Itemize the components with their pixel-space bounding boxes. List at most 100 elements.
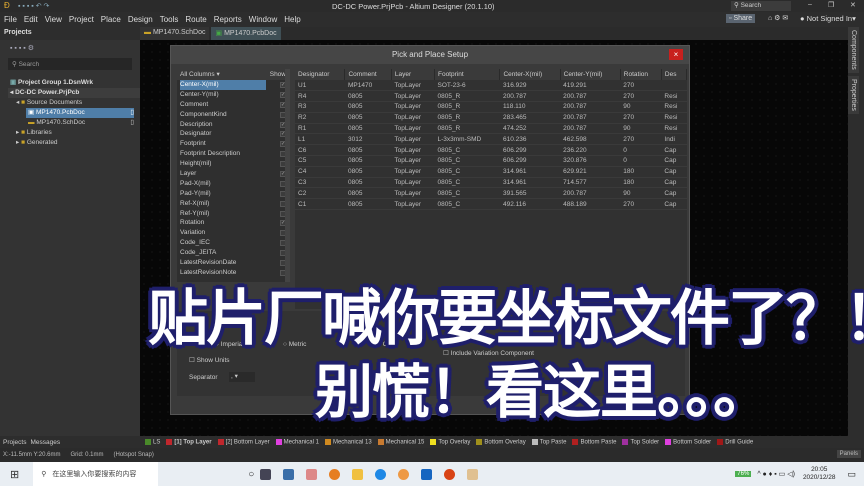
altium-icon[interactable] bbox=[467, 468, 479, 480]
column-header[interactable]: Layer bbox=[391, 69, 435, 80]
column-header[interactable]: Designator bbox=[295, 69, 346, 80]
panel-toolbar[interactable]: ▪ ▪ ▪ ▪ ⚙ bbox=[0, 40, 140, 56]
column-list-item[interactable]: Pad-Y(mil) bbox=[177, 189, 290, 199]
tray-icons[interactable]: ^ ● ♦ ▪ ▭ ◁) bbox=[757, 470, 795, 478]
menu-reports[interactable]: Reports bbox=[214, 15, 242, 24]
column-list-item[interactable]: Ref-X(mil) bbox=[177, 199, 290, 209]
restore-button[interactable]: ❐ bbox=[828, 1, 834, 9]
close-window-button[interactable]: ✕ bbox=[850, 1, 856, 9]
table-row[interactable]: C6 0805 TopLayer 0805_C 606.299 236.220 0 Cap bbox=[295, 144, 687, 157]
table-row[interactable]: R1 0805 TopLayer 0805_R 474.252 200.787 90 Resi bbox=[295, 123, 687, 135]
tab-schdoc[interactable]: ▬ MP1470.SchDoc bbox=[140, 27, 210, 40]
edge-icon[interactable] bbox=[375, 468, 387, 480]
tab-pcbdoc[interactable]: ▣ MP1470.PcbDoc bbox=[211, 27, 281, 40]
table-row[interactable]: R4 0805 TopLayer 0805_R 200.787 200.787 270 Res… bbox=[295, 90, 687, 103]
column-list-item[interactable]: Footprint Description bbox=[177, 149, 290, 159]
layer-tab[interactable]: Mechanical 1 bbox=[275, 438, 319, 445]
column-list-item[interactable]: Footprint ✓ bbox=[177, 139, 290, 149]
tree-project-group[interactable]: ▣ Project Group 1.DsnWrk bbox=[10, 78, 140, 88]
layer-tab[interactable]: Mechanical 13 bbox=[324, 438, 372, 445]
tree-pcbdoc[interactable]: ▣ MP1470.PcbDoc ▯ bbox=[26, 108, 134, 118]
menu-view[interactable]: View bbox=[45, 15, 62, 24]
column-header[interactable]: Center-Y(mil) bbox=[560, 69, 621, 80]
table-row[interactable]: C3 0805 TopLayer 0805_C 314.961 714.577 180 Cap bbox=[295, 177, 687, 189]
menu-route[interactable]: Route bbox=[185, 15, 206, 24]
cortana-icon[interactable]: ○ bbox=[248, 469, 254, 480]
table-row[interactable]: L1 3012 TopLayer L-3x3mm-SMD 610.236 462.598 2… bbox=[295, 133, 687, 146]
layer-tab[interactable]: Bottom Overlay bbox=[476, 438, 526, 445]
panel-tab-messages[interactable]: Messages bbox=[30, 439, 60, 446]
column-list-item[interactable]: Designator ✓ bbox=[177, 129, 290, 139]
column-list-item[interactable]: Center-Y(mil) ✓ bbox=[177, 90, 290, 100]
tree-libraries[interactable]: ▸ ■ Libraries bbox=[10, 128, 140, 138]
panels-button[interactable]: Panels bbox=[836, 450, 861, 458]
table-row[interactable]: C4 0805 TopLayer 0805_C 314.961 629.921 180 Cap bbox=[295, 166, 687, 178]
layer-tab[interactable]: Bottom Paste bbox=[572, 438, 616, 445]
powerpoint-icon[interactable] bbox=[444, 468, 456, 480]
column-list-item[interactable]: Layer ✓ bbox=[177, 169, 290, 179]
layer-tab[interactable]: Top Solder bbox=[622, 438, 659, 445]
separator-select[interactable]: , ▾ bbox=[229, 372, 255, 382]
column-list-item[interactable]: Description ✓ bbox=[177, 120, 290, 130]
layer-tab[interactable]: [1] Top Layer bbox=[166, 438, 212, 445]
column-list-item[interactable]: Code_IEC bbox=[177, 238, 290, 248]
layer-tab[interactable]: Mechanical 15 bbox=[377, 438, 424, 445]
menu-design[interactable]: Design bbox=[128, 15, 153, 24]
outlook-icon[interactable] bbox=[421, 468, 433, 480]
menu-window[interactable]: Window bbox=[249, 15, 277, 24]
column-list-item[interactable]: Height(mil) bbox=[177, 159, 290, 169]
share-button[interactable]: ▫ Share bbox=[726, 14, 756, 23]
table-row[interactable]: R3 0805 TopLayer 0805_R 118.110 200.787 90 Resi bbox=[295, 101, 687, 113]
task-view-icon[interactable] bbox=[260, 468, 272, 480]
column-list-item[interactable]: Ref-Y(mil) bbox=[177, 209, 290, 219]
table-row[interactable]: C5 0805 TopLayer 0805_C 606.299 320.876 0 Cap bbox=[295, 155, 687, 167]
column-header[interactable]: Footprint bbox=[434, 69, 501, 80]
column-list-item[interactable]: Rotation ✓ bbox=[177, 218, 290, 228]
menu-edit[interactable]: Edit bbox=[24, 15, 38, 24]
column-list-item[interactable]: Variation bbox=[177, 228, 290, 238]
layer-tab[interactable]: Drill Guide bbox=[717, 438, 753, 445]
minimize-button[interactable]: – bbox=[808, 1, 812, 8]
table-row[interactable]: U1 MP1470 TopLayer SOT-23-6 316.929 419.291 27… bbox=[295, 80, 687, 92]
tree-generated[interactable]: ▸ ■ Generated bbox=[10, 138, 140, 148]
projects-search-input[interactable]: ⚲ Search bbox=[8, 58, 132, 70]
column-list-item[interactable]: Code_JEITA bbox=[177, 248, 290, 258]
quick-toolbar-icons[interactable]: ▪ ▪ ▪ ▪ ↶ ↷ bbox=[18, 2, 49, 10]
table-row[interactable]: C1 0805 TopLayer 0805_C 492.116 488.189 270 Cap bbox=[295, 198, 687, 211]
calculator-icon[interactable] bbox=[283, 468, 295, 480]
column-header[interactable]: Center-X(mil) bbox=[499, 69, 561, 80]
home-settings-icons[interactable]: ⌂ ⚙ ✉ bbox=[768, 14, 788, 22]
table-row[interactable]: R2 0805 TopLayer 0805_R 283.465 200.787 270 Res… bbox=[295, 112, 687, 124]
chrome-icon[interactable] bbox=[398, 468, 410, 480]
column-list-item[interactable]: Center-X(mil) ✓ bbox=[177, 80, 290, 90]
windows-start-icon[interactable]: ⊞ bbox=[10, 468, 19, 481]
column-header[interactable]: Rotation bbox=[620, 69, 662, 80]
dialog-close-button[interactable]: × bbox=[669, 49, 683, 60]
layer-tab[interactable]: LS bbox=[145, 438, 160, 445]
clock[interactable]: 20:05 2020/12/28 bbox=[803, 466, 836, 482]
tree-project[interactable]: ◂ DC-DC Power.PrjPcb bbox=[8, 88, 140, 98]
layer-tab[interactable]: Bottom Solder bbox=[665, 438, 711, 445]
column-header[interactable]: Des bbox=[661, 69, 688, 80]
file-explorer-icon[interactable] bbox=[352, 468, 364, 480]
all-columns-dropdown[interactable]: All Columns ▾ bbox=[180, 69, 220, 80]
menu-file[interactable]: File bbox=[4, 15, 17, 24]
column-list-item[interactable]: LatestRevisionDate bbox=[177, 258, 290, 268]
layer-tab[interactable]: [2] Bottom Layer bbox=[217, 438, 270, 445]
search-app-icon[interactable] bbox=[329, 468, 341, 480]
menu-project[interactable]: Project bbox=[69, 15, 94, 24]
column-list-item[interactable]: ComponentKind bbox=[177, 110, 290, 120]
menu-place[interactable]: Place bbox=[101, 15, 121, 24]
panel-tab-projects[interactable]: Projects bbox=[3, 439, 26, 446]
table-row[interactable]: C2 0805 TopLayer 0805_C 391.565 200.787 90 Cap bbox=[295, 187, 687, 200]
battery-indicator[interactable]: 76% bbox=[735, 471, 752, 477]
properties-tab[interactable]: Properties bbox=[848, 75, 859, 114]
menu-tools[interactable]: Tools bbox=[160, 15, 179, 24]
tree-schdoc[interactable]: ▬ MP1470.SchDoc ▯ bbox=[26, 118, 134, 128]
layer-tab[interactable]: Top Paste bbox=[531, 438, 566, 445]
app-icon[interactable] bbox=[306, 468, 318, 480]
tree-source-documents[interactable]: ◂ ■ Source Documents bbox=[10, 98, 140, 108]
taskbar-search[interactable]: ⚲ 在这里输入你要搜索的内容 bbox=[33, 462, 159, 486]
column-list-item[interactable]: Comment ✓ bbox=[177, 100, 290, 110]
column-list-item[interactable]: Pad-X(mil) bbox=[177, 179, 290, 189]
